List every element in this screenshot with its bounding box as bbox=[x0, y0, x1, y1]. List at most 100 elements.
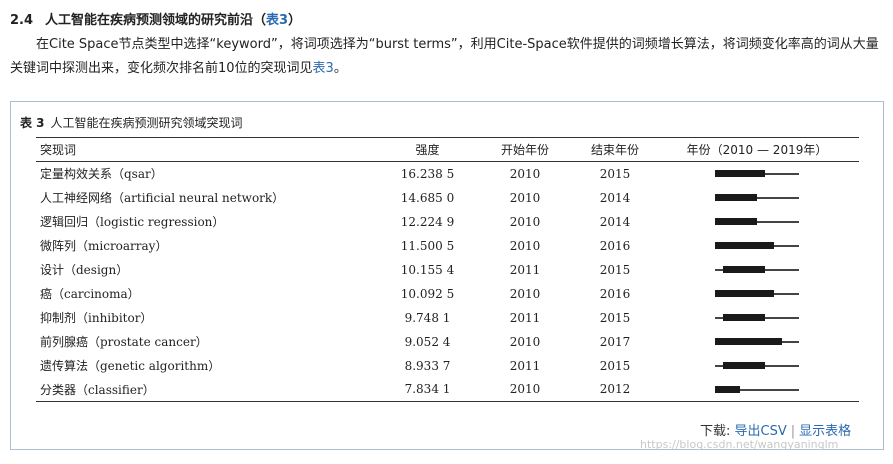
header-term: 突现词 bbox=[40, 143, 77, 157]
start-year-cell: 2010 bbox=[509, 382, 541, 397]
burst-timeline bbox=[715, 385, 799, 394]
end-year-cell: 2012 bbox=[599, 382, 631, 397]
start-year-cell: 2011 bbox=[509, 262, 541, 277]
burst-timeline bbox=[715, 218, 799, 226]
year-timeline-cell bbox=[655, 162, 859, 186]
end-year-cell: 2015 bbox=[599, 262, 631, 277]
section-title: 人工智能在疾病预测领域的研究前沿（ bbox=[45, 13, 267, 28]
table-row: 设计（design） 10.155 4 2011 2015 bbox=[36, 258, 859, 282]
body-paragraph: 在Cite Space节点类型中选择“keyword”，将词项选择为“burst… bbox=[10, 37, 879, 76]
start-year-cell: 2010 bbox=[509, 238, 541, 253]
table-row: 人工神经网络（artificial neural network） 14.685 … bbox=[36, 186, 859, 210]
table-caption-text: 人工智能在疾病预测研究领域突现词 bbox=[50, 116, 243, 130]
timeline-post-segment bbox=[773, 293, 799, 295]
end-year-cell: 2014 bbox=[599, 214, 631, 229]
burst-terms-table: 突现词 强度 开始年份 结束年份 年份（2010 — 2019年） 定量构效关系… bbox=[36, 137, 859, 402]
year-timeline-cell bbox=[655, 354, 859, 378]
strength-cell: 9.748 1 bbox=[404, 310, 451, 325]
timeline-burst-segment bbox=[715, 290, 774, 297]
term-cell: 设计（design） bbox=[40, 263, 129, 277]
end-year-cell: 2015 bbox=[599, 310, 631, 325]
timeline-post-segment bbox=[773, 245, 799, 247]
table-row: 微阵列（microarray） 11.500 5 2010 2016 bbox=[36, 234, 859, 258]
section-heading: 2.4 人工智能在疾病预测领域的研究前沿（表3） bbox=[10, 13, 302, 28]
year-timeline-cell bbox=[655, 234, 859, 258]
term-cell: 遗传算法（genetic algorithm） bbox=[40, 359, 221, 373]
strength-cell: 16.238 5 bbox=[400, 166, 455, 181]
strength-cell: 8.933 7 bbox=[404, 358, 451, 373]
end-year-cell: 2016 bbox=[599, 286, 631, 301]
timeline-post-segment bbox=[782, 341, 799, 343]
show-table-link[interactable]: 显示表格 bbox=[799, 424, 851, 439]
term-cell: 癌（carcinoma） bbox=[40, 287, 140, 301]
year-timeline-cell bbox=[655, 378, 859, 402]
timeline-post-segment bbox=[740, 388, 799, 391]
timeline-post-segment bbox=[765, 269, 799, 271]
table-caption: 表 3 人工智能在疾病预测研究领域突现词 bbox=[20, 114, 243, 131]
strength-cell: 7.834 1 bbox=[404, 382, 451, 397]
header-end-year: 结束年份 bbox=[590, 143, 639, 157]
table-row: 癌（carcinoma） 10.092 5 2010 2016 bbox=[36, 282, 859, 306]
start-year-cell: 2011 bbox=[509, 358, 541, 373]
download-bar: 下载: 导出CSV | 显示表格 bbox=[700, 420, 851, 439]
start-year-cell: 2010 bbox=[509, 166, 541, 181]
timeline-burst-segment bbox=[715, 218, 757, 225]
timeline-burst-segment bbox=[715, 338, 783, 345]
timeline-burst-segment bbox=[715, 194, 757, 201]
year-timeline-cell bbox=[655, 306, 859, 330]
timeline-burst-segment bbox=[723, 266, 766, 273]
table-row: 逻辑回归（logistic regression） 12.224 9 2010 201… bbox=[36, 210, 859, 234]
header-years: 年份（2010 — 2019年） bbox=[686, 143, 828, 157]
table-3-link[interactable]: 表3 bbox=[266, 13, 288, 28]
timeline-burst-segment bbox=[715, 242, 774, 249]
burst-timeline bbox=[715, 266, 799, 274]
strength-cell: 10.092 5 bbox=[400, 286, 455, 301]
table-row: 遗传算法（genetic algorithm） 8.933 7 2011 2015 bbox=[36, 354, 859, 378]
year-timeline-cell bbox=[655, 210, 859, 234]
table-row: 定量构效关系（qsar） 16.238 5 2010 2015 bbox=[36, 162, 859, 186]
end-year-cell: 2017 bbox=[599, 334, 631, 349]
timeline-post-segment bbox=[757, 221, 799, 223]
timeline-burst-segment bbox=[715, 170, 766, 178]
timeline-pre-segment bbox=[715, 317, 724, 319]
table-header-row: 突现词 强度 开始年份 结束年份 年份（2010 — 2019年） bbox=[36, 137, 859, 162]
strength-cell: 12.224 9 bbox=[400, 214, 455, 229]
burst-timeline bbox=[715, 290, 799, 298]
table-3-inline-link[interactable]: 表3 bbox=[313, 61, 334, 76]
export-csv-link[interactable]: 导出CSV bbox=[735, 424, 787, 439]
start-year-cell: 2010 bbox=[509, 214, 541, 229]
table-row: 分类器（classifier） 7.834 1 2010 2012 bbox=[36, 378, 859, 402]
table-row: 抑制剂（inhibitor） 9.748 1 2011 2015 bbox=[36, 306, 859, 330]
strength-cell: 10.155 4 bbox=[400, 262, 455, 277]
footer-separator: | bbox=[790, 424, 796, 439]
term-cell: 人工神经网络（artificial neural network） bbox=[40, 191, 285, 205]
term-cell: 前列腺癌（prostate cancer） bbox=[40, 335, 208, 349]
header-strength: 强度 bbox=[415, 143, 440, 157]
timeline-burst-segment bbox=[715, 385, 741, 393]
burst-timeline bbox=[715, 314, 799, 322]
year-timeline-cell bbox=[655, 330, 859, 354]
term-cell: 定量构效关系（qsar） bbox=[40, 167, 163, 182]
burst-timeline bbox=[715, 362, 799, 370]
year-timeline-cell bbox=[655, 186, 859, 210]
table-caption-label: 表 3 bbox=[20, 116, 45, 130]
start-year-cell: 2011 bbox=[509, 310, 541, 325]
term-cell: 分类器（classifier） bbox=[40, 382, 155, 397]
strength-cell: 11.500 5 bbox=[400, 238, 455, 253]
term-cell: 逻辑回归（logistic regression） bbox=[40, 215, 225, 229]
end-year-cell: 2016 bbox=[599, 238, 631, 253]
start-year-cell: 2010 bbox=[509, 190, 541, 205]
start-year-cell: 2010 bbox=[509, 334, 541, 349]
end-year-cell: 2015 bbox=[599, 358, 631, 373]
year-timeline-cell bbox=[655, 258, 859, 282]
timeline-post-segment bbox=[765, 317, 799, 319]
burst-timeline bbox=[715, 194, 799, 202]
term-cell: 抑制剂（inhibitor） bbox=[40, 311, 153, 325]
start-year-cell: 2010 bbox=[509, 286, 541, 301]
table-row: 前列腺癌（prostate cancer） 9.052 4 2010 2017 bbox=[36, 330, 859, 354]
burst-timeline bbox=[715, 242, 799, 250]
section-number: 2.4 bbox=[10, 13, 34, 28]
timeline-burst-segment bbox=[723, 362, 766, 369]
burst-timeline bbox=[715, 338, 799, 346]
download-label: 下载: bbox=[700, 424, 731, 439]
